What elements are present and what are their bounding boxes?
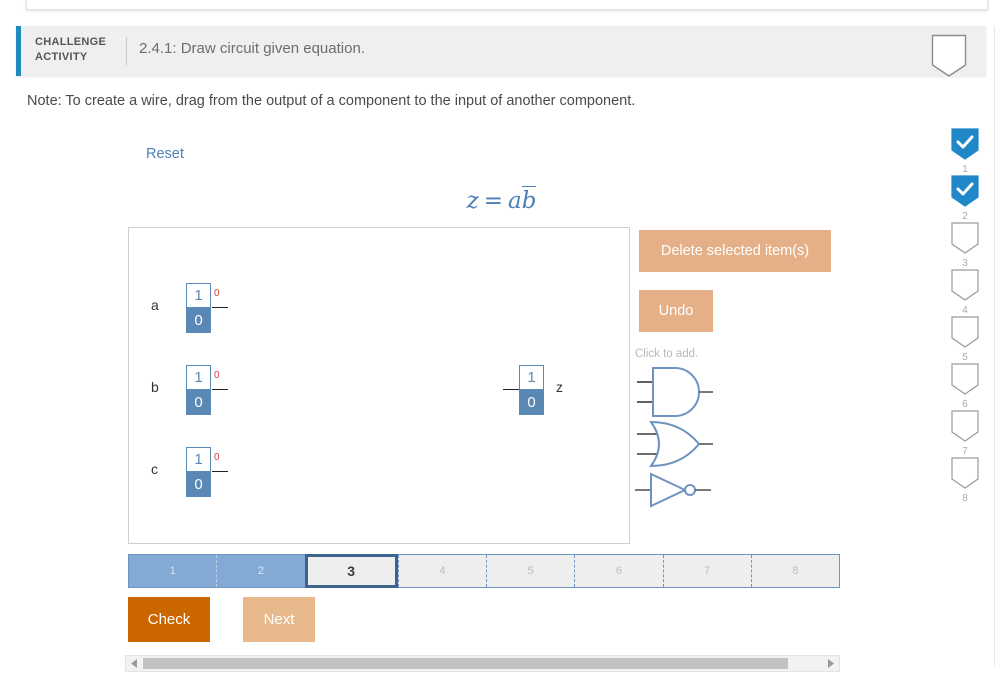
equation-display: z = ab bbox=[0, 186, 1003, 214]
step-6[interactable]: 6 bbox=[574, 555, 663, 587]
input-label-b: b bbox=[151, 379, 159, 395]
input-label-a: a bbox=[151, 297, 159, 313]
equation-term-a: a bbox=[507, 188, 522, 214]
header-divider bbox=[126, 37, 127, 65]
activity-progress-column: 1 2 3 4 5 6 7 8 bbox=[945, 128, 985, 504]
input-label-c: c bbox=[151, 461, 158, 477]
input-c-one-cell[interactable]: 1 bbox=[186, 447, 211, 472]
output-label-z: z bbox=[556, 379, 563, 395]
progress-shield-number-6: 6 bbox=[962, 399, 968, 410]
equation-lhs: z bbox=[466, 188, 479, 214]
output-z-wire-stub[interactable] bbox=[503, 389, 519, 390]
page-title: 2.4.1: Draw circuit given equation. bbox=[139, 40, 365, 57]
progress-shield-7[interactable]: 7 bbox=[945, 410, 985, 457]
progress-shield-2[interactable]: 2 bbox=[945, 175, 985, 222]
challenge-activity-header: CHALLENGE ACTIVITY 2.4.1: Draw circuit g… bbox=[16, 26, 986, 78]
bookmark-shield-icon[interactable] bbox=[931, 34, 967, 78]
step-3[interactable]: 3 bbox=[304, 554, 398, 588]
step-7[interactable]: 7 bbox=[662, 555, 751, 587]
equation-term-b-complement: b bbox=[521, 186, 537, 214]
challenge-activity-kicker: CHALLENGE ACTIVITY bbox=[35, 36, 107, 63]
step-4[interactable]: 4 bbox=[397, 555, 486, 587]
reset-button[interactable]: Reset bbox=[146, 146, 184, 162]
undo-button[interactable]: Undo bbox=[639, 290, 713, 332]
check-button[interactable]: Check bbox=[128, 597, 210, 642]
input-a-zero-cell[interactable]: 0 bbox=[186, 308, 211, 333]
step-1[interactable]: 1 bbox=[129, 555, 217, 587]
input-c-zero-cell[interactable]: 0 bbox=[186, 472, 211, 497]
challenge-activity-page: CHALLENGE ACTIVITY 2.4.1: Draw circuit g… bbox=[0, 0, 1003, 682]
or-gate-icon bbox=[637, 420, 713, 468]
equation-equals: = bbox=[483, 188, 503, 214]
gate-palette[interactable] bbox=[633, 360, 723, 510]
not-gate-icon bbox=[635, 472, 711, 508]
input-c-wire-stub[interactable] bbox=[212, 471, 228, 472]
scrollbar-thumb[interactable] bbox=[143, 658, 788, 669]
output-z-one-cell[interactable]: 1 bbox=[519, 365, 544, 390]
progress-shield-number-2: 2 bbox=[962, 211, 968, 222]
input-a-wire-stub[interactable] bbox=[212, 307, 228, 308]
scroll-left-arrow-icon[interactable] bbox=[127, 656, 142, 671]
next-button[interactable]: Next bbox=[243, 597, 315, 642]
input-b-zero-cell[interactable]: 0 bbox=[186, 390, 211, 415]
delete-selected-items-button[interactable]: Delete selected item(s) bbox=[639, 230, 831, 272]
output-z-zero-cell[interactable]: 0 bbox=[519, 390, 544, 415]
progress-shield-1[interactable]: 1 bbox=[945, 128, 985, 175]
scroll-right-arrow-icon[interactable] bbox=[823, 656, 838, 671]
progress-shield-3[interactable]: 3 bbox=[945, 222, 985, 269]
progress-shield-number-8: 8 bbox=[962, 493, 968, 504]
step-5[interactable]: 5 bbox=[486, 555, 575, 587]
progress-shield-number-7: 7 bbox=[962, 446, 968, 457]
click-to-add-hint: Click to add. bbox=[635, 348, 699, 360]
progress-shield-number-3: 3 bbox=[962, 258, 968, 269]
input-a-current-value: 0 bbox=[214, 288, 220, 299]
and-gate-icon bbox=[637, 367, 713, 417]
right-panel-divider bbox=[994, 26, 995, 666]
progress-shield-6[interactable]: 6 bbox=[945, 363, 985, 410]
header-accent-bar bbox=[16, 26, 21, 76]
progress-shield-number-5: 5 bbox=[962, 352, 968, 363]
progress-shield-4[interactable]: 4 bbox=[945, 269, 985, 316]
progress-shield-number-1: 1 bbox=[962, 164, 968, 175]
progress-step-bar[interactable]: 1 2 3 4 5 6 7 8 bbox=[128, 554, 840, 588]
input-b-current-value: 0 bbox=[214, 370, 220, 381]
input-a-one-cell[interactable]: 1 bbox=[186, 283, 211, 308]
progress-shield-8[interactable]: 8 bbox=[945, 457, 985, 504]
input-b-one-cell[interactable]: 1 bbox=[186, 365, 211, 390]
progress-shield-number-4: 4 bbox=[962, 305, 968, 316]
input-b-wire-stub[interactable] bbox=[212, 389, 228, 390]
step-8[interactable]: 8 bbox=[750, 555, 839, 587]
progress-shield-5[interactable]: 5 bbox=[945, 316, 985, 363]
instruction-note: Note: To create a wire, drag from the ou… bbox=[27, 93, 636, 109]
page-top-panel-edge bbox=[26, 0, 988, 10]
circuit-canvas[interactable]: a 1 0 0 b 1 0 0 c 1 0 0 1 0 z bbox=[128, 227, 630, 544]
input-c-current-value: 0 bbox=[214, 452, 220, 463]
horizontal-scrollbar[interactable] bbox=[125, 655, 840, 672]
step-2[interactable]: 2 bbox=[216, 555, 305, 587]
